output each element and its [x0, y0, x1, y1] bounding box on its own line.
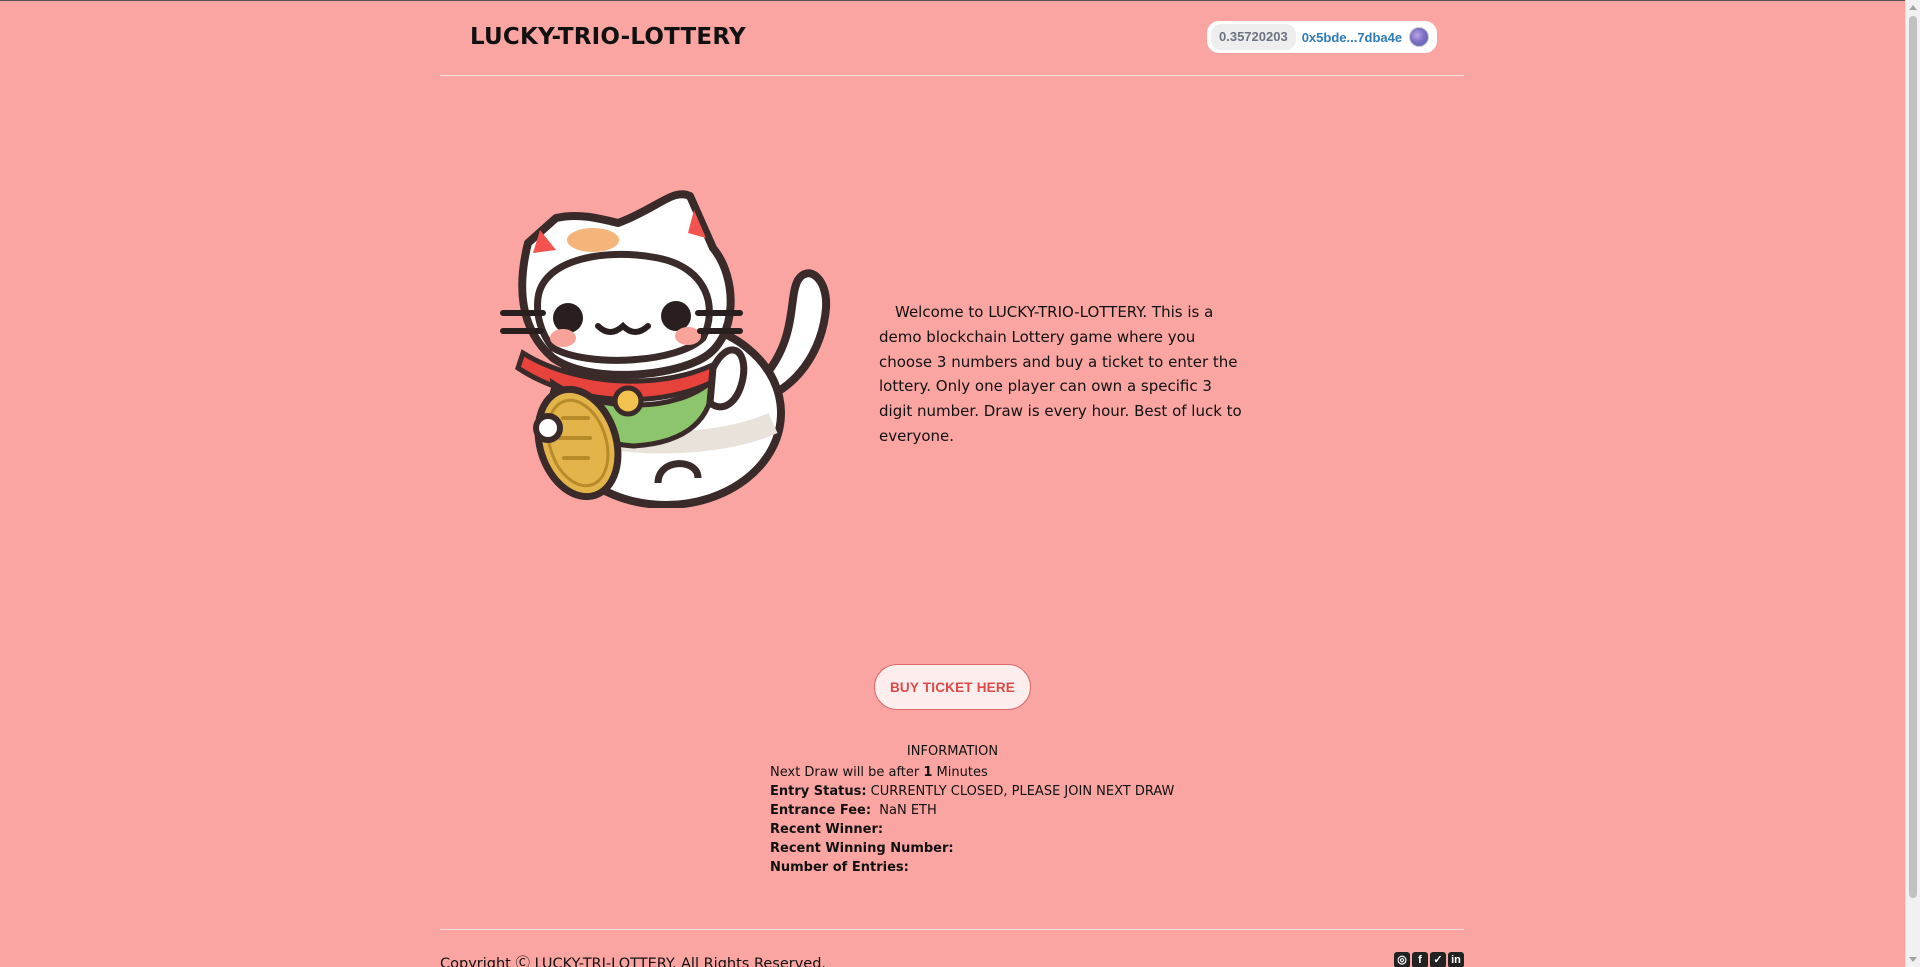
wallet-balance: 0.35720203 [1211, 24, 1296, 50]
recent-winner-row: Recent Winner: [770, 822, 884, 837]
social-links: ◎ f ✓ in [1394, 952, 1464, 967]
instagram-icon[interactable]: ◎ [1394, 952, 1410, 967]
scrollbar-thumb[interactable] [1909, 16, 1917, 898]
wallet-connect-button[interactable]: 0.35720203 0x5bde...7dba4e [1207, 21, 1437, 53]
next-draw-row: Next Draw will be after 1 Minutes [770, 765, 988, 780]
recent-winning-number-row: Recent Winning Number: [770, 841, 954, 856]
entrance-fee-value: NaN ETH [879, 803, 937, 818]
entry-status-value: CURRENTLY CLOSED, PLEASE JOIN NEXT DRAW [870, 784, 1175, 799]
copyright-text: Copyright Ⓒ LUCKY-TRI-LOTTERY. All Right… [440, 956, 827, 967]
facebook-icon[interactable]: f [1412, 952, 1428, 967]
welcome-text: Welcome to LUCKY-TRIO-LOTTERY. This is a… [879, 303, 1242, 445]
linkedin-icon[interactable]: in [1448, 952, 1464, 967]
buy-ticket-button[interactable]: BUY TICKET HERE [874, 664, 1031, 710]
site-logo[interactable]: LUCKY-TRIO-LOTTERY [470, 24, 746, 50]
lucky-cat-illustration [500, 190, 831, 508]
information-heading: INFORMATION [906, 744, 999, 759]
number-of-entries-row: Number of Entries: [770, 860, 909, 875]
site-header: LUCKY-TRIO-LOTTERY 0.35720203 0x5bde...7… [440, 0, 1464, 76]
wallet-address: 0x5bde...7dba4e [1301, 29, 1403, 45]
wallet-avatar-icon [1409, 27, 1430, 47]
page-scrollbar[interactable] [1905, 0, 1920, 967]
scroll-up-icon[interactable] [1909, 5, 1917, 10]
entrance-fee-row: Entrance Fee: NaN ETH [770, 803, 937, 818]
scroll-down-icon[interactable] [1909, 957, 1917, 962]
entry-status-row: Entry Status: CURRENTLY CLOSED, PLEASE J… [770, 784, 1175, 799]
lottery-info-panel: Next Draw will be after 1 Minutes Entry … [770, 763, 1270, 877]
site-footer: Copyright Ⓒ LUCKY-TRI-LOTTERY. All Right… [440, 929, 1464, 967]
twitter-icon[interactable]: ✓ [1430, 952, 1446, 967]
